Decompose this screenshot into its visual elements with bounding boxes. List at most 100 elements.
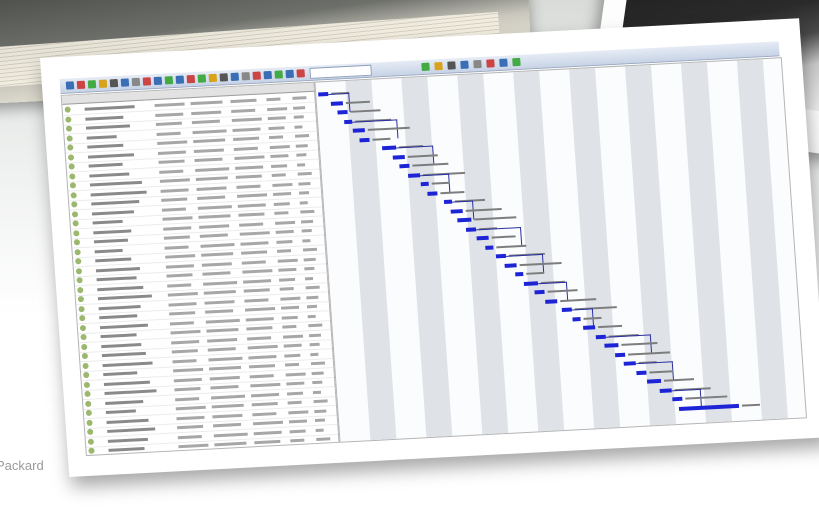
table-cell: [304, 276, 314, 280]
table-cell: [197, 204, 232, 210]
table-cell: [177, 424, 204, 430]
table-cell: [159, 169, 184, 174]
table-cell: [205, 309, 234, 314]
table-cell: [302, 247, 318, 252]
task-name-cell: [84, 105, 135, 111]
task-icon: [76, 277, 83, 284]
toolbar-button-icon[interactable]: [447, 61, 456, 70]
table-cell: [232, 127, 261, 132]
table-cell: [167, 282, 192, 288]
table-cell: [267, 106, 288, 111]
table-cell: [248, 364, 276, 369]
table-cell: [202, 271, 231, 276]
task-name-cell: [102, 360, 153, 367]
toolbar-button-icon[interactable]: [120, 78, 130, 87]
toolbar-button-icon[interactable]: [499, 58, 508, 67]
toolbar-button-icon[interactable]: [230, 72, 240, 82]
table-cell: [312, 380, 323, 385]
toolbar-button-icon[interactable]: [131, 77, 141, 87]
gantt-bar: [504, 262, 517, 268]
table-cell: [248, 354, 277, 359]
task-name-cell: [95, 266, 140, 272]
gantt-bar-label: [440, 190, 465, 194]
table-cell: [167, 292, 198, 297]
gantt-bar: [561, 307, 572, 312]
table-cell: [294, 124, 303, 129]
table-cell: [304, 266, 315, 271]
table-cell: [237, 202, 266, 208]
task-name-cell: [105, 409, 136, 414]
toolbar-field[interactable]: [309, 64, 373, 79]
gantt-bar: [659, 387, 672, 393]
gantt-weekend-column: [569, 67, 621, 429]
table-cell: [174, 387, 201, 392]
toolbar-button-icon[interactable]: [486, 59, 495, 68]
table-cell: [210, 394, 246, 399]
toolbar-button-icon[interactable]: [175, 75, 185, 84]
toolbar-button-icon[interactable]: [87, 80, 97, 89]
table-cell: [275, 229, 294, 234]
toolbar-button-icon[interactable]: [473, 59, 482, 69]
gantt-bar: [344, 119, 353, 124]
toolbar-button-icon[interactable]: [512, 57, 521, 67]
table-cell: [157, 149, 186, 155]
table-cell: [173, 377, 202, 382]
table-cell: [199, 233, 228, 238]
task-name-cell: [99, 314, 138, 320]
table-cell: [310, 361, 326, 366]
task-icon: [71, 210, 79, 218]
toolbar-button-icon[interactable]: [421, 62, 430, 72]
table-cell: [210, 385, 239, 390]
task-icon: [75, 258, 82, 265]
table-cell: [309, 342, 320, 347]
gantt-bar: [465, 226, 477, 232]
table-cell: [298, 191, 310, 195]
gantt-weekend-column: [680, 62, 733, 423]
table-cell: [284, 362, 300, 367]
table-cell: [241, 250, 268, 255]
toolbar-button-icon[interactable]: [263, 70, 273, 80]
table-cell: [213, 432, 248, 437]
task-icon: [70, 191, 77, 199]
toolbar-button-icon[interactable]: [434, 61, 443, 71]
toolbar-button-icon[interactable]: [186, 74, 196, 84]
toolbar-button-icon[interactable]: [76, 80, 86, 90]
table-cell: [157, 140, 188, 145]
toolbar-button-icon[interactable]: [285, 69, 294, 79]
table-cell: [169, 320, 194, 326]
table-cell: [295, 143, 308, 148]
table-cell: [267, 116, 286, 121]
toolbar-button-icon[interactable]: [98, 79, 108, 88]
table-cell: [201, 252, 234, 257]
toolbar-button-icon[interactable]: [252, 71, 262, 80]
toolbar-button-icon[interactable]: [197, 74, 207, 83]
gantt-bar: [583, 325, 596, 330]
task-name-cell: [103, 380, 150, 386]
table-cell: [278, 267, 297, 272]
table-cell: [169, 311, 196, 316]
toolbar-button-icon[interactable]: [109, 78, 119, 88]
toolbar-button-icon[interactable]: [142, 77, 152, 86]
toolbar-button-icon[interactable]: [153, 76, 163, 86]
table-cell: [299, 200, 308, 205]
task-icon: [83, 381, 91, 388]
table-cell: [282, 334, 304, 339]
table-cell: [193, 138, 226, 144]
toolbar-button-icon[interactable]: [164, 76, 174, 85]
toolbar-button-icon[interactable]: [460, 60, 469, 69]
task-icon: [68, 163, 75, 170]
toolbar-button-icon[interactable]: [219, 73, 229, 82]
table-cell: [207, 337, 238, 343]
gantt-weekend-column: [736, 59, 788, 420]
task-icon: [72, 220, 79, 227]
table-cell: [234, 155, 265, 160]
toolbar-button-icon[interactable]: [274, 70, 284, 79]
table-cell: [171, 339, 200, 344]
table-cell: [296, 162, 306, 167]
toolbar-button-icon[interactable]: [296, 69, 305, 78]
toolbar-button-icon[interactable]: [241, 72, 251, 81]
table-cell: [242, 269, 273, 274]
toolbar-button-icon[interactable]: [208, 73, 218, 83]
table-cell: [155, 121, 182, 127]
toolbar-button-icon[interactable]: [65, 81, 75, 90]
